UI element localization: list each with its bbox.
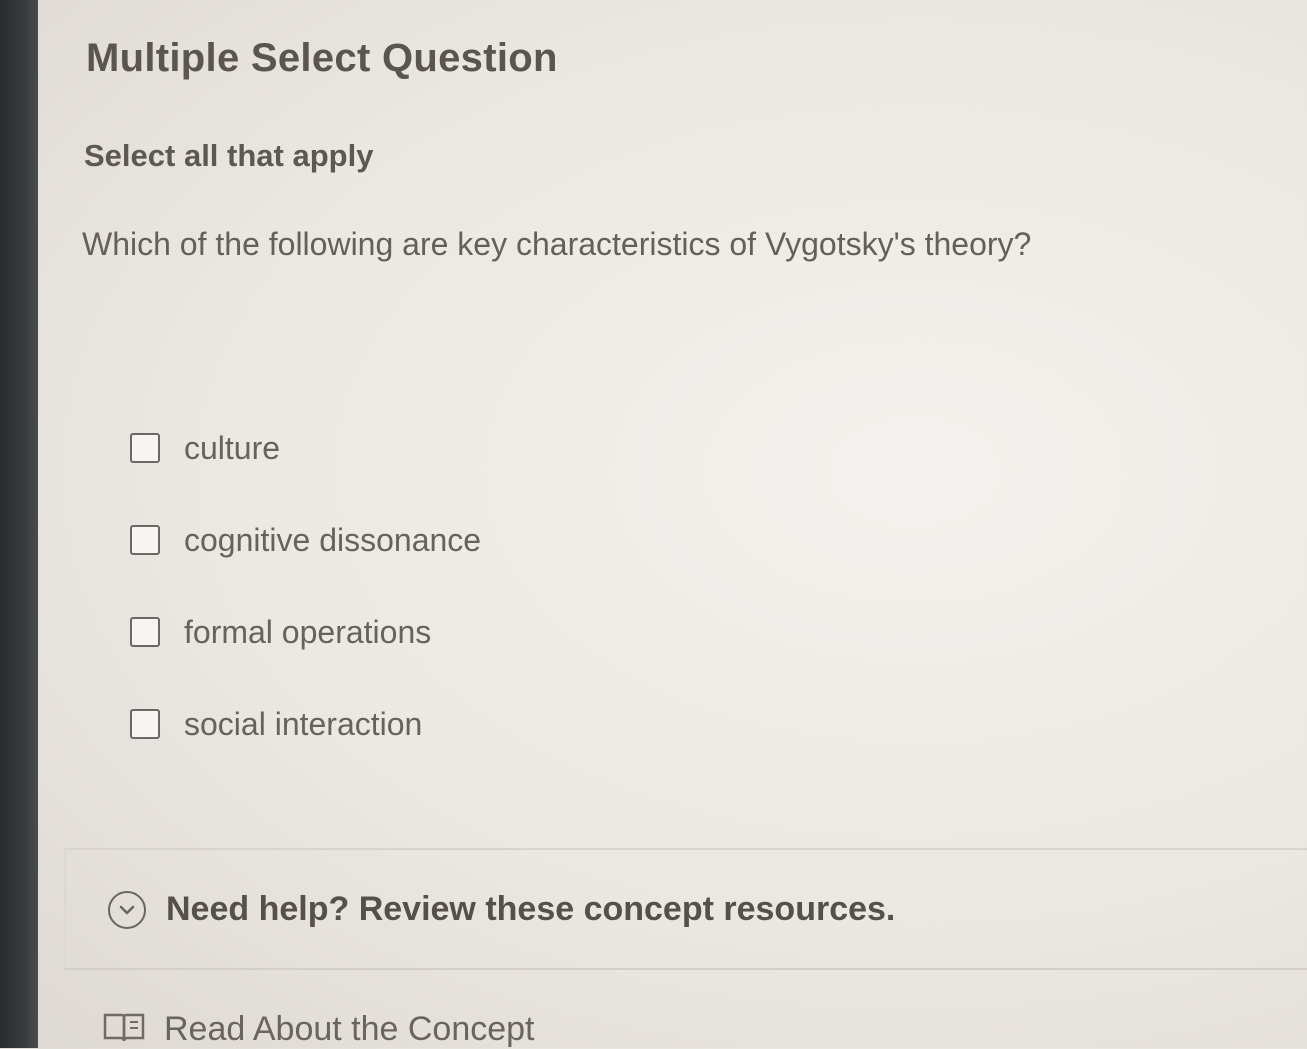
option-cognitive-dissonance[interactable]: cognitive dissonance (130, 494, 830, 586)
chevron-down-circle-icon (108, 890, 146, 929)
resource-read-concept[interactable]: Read About the Concept (102, 1010, 535, 1049)
checkbox[interactable] (130, 709, 160, 739)
option-culture[interactable]: culture (130, 402, 830, 494)
checkbox[interactable] (130, 617, 160, 647)
checkbox[interactable] (130, 525, 160, 555)
option-label: formal operations (184, 613, 432, 650)
option-label: culture (184, 429, 281, 466)
question-prompt: Which of the following are key character… (82, 226, 1032, 262)
screen-bezel (0, 0, 38, 1048)
answer-options: culture cognitive dissonance formal oper… (130, 402, 830, 770)
book-icon (102, 1010, 146, 1049)
resource-label: Read About the Concept (164, 1010, 535, 1048)
option-social-interaction[interactable]: social interaction (130, 678, 830, 770)
instruction-text: Select all that apply (84, 138, 374, 173)
checkbox[interactable] (130, 433, 160, 463)
help-toggle[interactable]: Need help? Review these concept resource… (108, 890, 895, 929)
option-label: cognitive dissonance (184, 521, 482, 558)
option-formal-operations[interactable]: formal operations (130, 586, 830, 678)
option-label: social interaction (184, 705, 423, 742)
help-toggle-label: Need help? Review these concept resource… (166, 890, 896, 928)
help-panel: Need help? Review these concept resource… (64, 848, 1307, 970)
question-type-title: Multiple Select Question (86, 36, 558, 80)
